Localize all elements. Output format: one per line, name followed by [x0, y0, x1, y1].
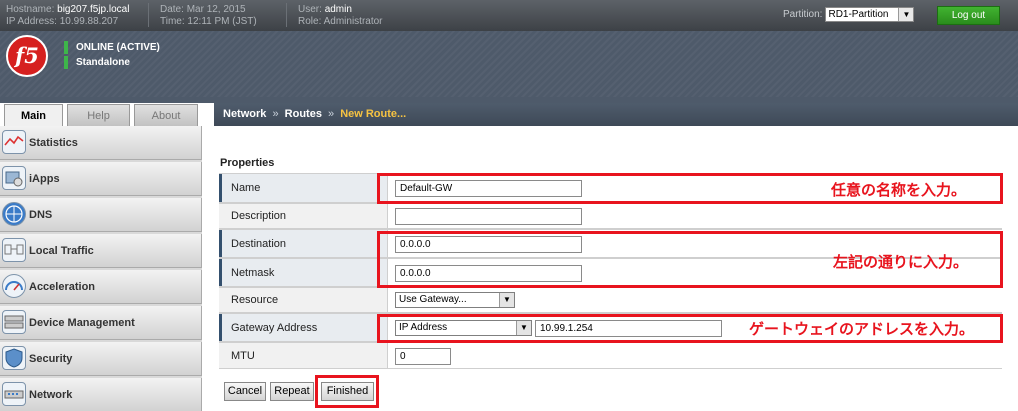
- ip-label: IP Address:: [6, 16, 57, 27]
- tab-help[interactable]: Help: [67, 104, 130, 126]
- annotation-destination: 左記の通りに入力。: [833, 253, 969, 271]
- form-row-description: Description: [219, 203, 1002, 229]
- network-switch-icon: [2, 382, 26, 406]
- sidebar-item-dns[interactable]: DNS: [0, 198, 202, 232]
- hostname-label: Hostname:: [6, 4, 55, 15]
- value-cell: Use Gateway... ▼: [389, 288, 1002, 312]
- sidebar-item-label: Statistics: [29, 137, 78, 149]
- role-label: Role:: [298, 16, 322, 27]
- sidebar-item-iapps[interactable]: iApps: [0, 162, 202, 196]
- user-label: User:: [298, 4, 322, 15]
- partition-select[interactable]: RD1-Partition ▼: [825, 7, 915, 22]
- user-info: User: admin Role: Administrator: [298, 4, 383, 28]
- speedometer-icon: [2, 274, 26, 298]
- divider: [148, 3, 149, 27]
- repeat-button[interactable]: Repeat: [270, 382, 314, 401]
- breadcrumb: Network » Routes » New Route...: [214, 103, 1018, 126]
- form-row-resource: Resource Use Gateway... ▼: [219, 287, 1002, 313]
- statistics-chart-icon: [2, 130, 26, 154]
- form-row-mtu: MTU 0: [219, 342, 1002, 369]
- mtu-label: MTU: [219, 343, 388, 368]
- date-value: Mar 12, 2015: [186, 4, 246, 15]
- tab-main[interactable]: Main: [4, 104, 63, 126]
- sidebar-item-network[interactable]: Network: [0, 378, 202, 411]
- sidebar-item-label: Acceleration: [29, 281, 96, 293]
- hostname-value: big207.f5jp.local: [57, 4, 130, 15]
- partition-label: Partition:: [783, 9, 823, 20]
- mtu-input[interactable]: 0: [395, 348, 451, 365]
- annotation-box-finished: [315, 375, 379, 408]
- chevron-down-icon: ▼: [499, 293, 514, 307]
- f5-logo: f5: [6, 35, 48, 77]
- breadcrumb-separator: »: [272, 108, 279, 120]
- sidebar-item-label: Security: [29, 353, 73, 365]
- resource-select[interactable]: Use Gateway... ▼: [395, 292, 515, 308]
- value-cell: 0: [389, 343, 1002, 368]
- breadcrumb-separator: »: [328, 108, 335, 120]
- section-title: Properties: [220, 157, 275, 169]
- breadcrumb-current: New Route...: [340, 108, 407, 120]
- date-info: Date: Mar 12, 2015 Time: 12:11 PM (JST): [160, 4, 257, 28]
- sidebar-item-security[interactable]: Security: [0, 342, 202, 376]
- logout-button[interactable]: Log out: [937, 6, 1000, 25]
- sidebar-item-label: iApps: [29, 173, 60, 185]
- top-status-bar: Hostname: big207.f5jp.local IP Address: …: [0, 0, 1018, 31]
- ip-value: 10.99.88.207: [59, 16, 119, 27]
- status-standalone: Standalone: [64, 56, 160, 69]
- user-value: admin: [324, 4, 352, 15]
- annotation-name: 任意の名称を入力。: [831, 181, 967, 199]
- sidebar-item-label: Local Traffic: [29, 245, 94, 257]
- resource-value: Use Gateway...: [399, 294, 467, 305]
- host-info: Hostname: big207.f5jp.local IP Address: …: [6, 4, 129, 28]
- description-label: Description: [219, 204, 388, 228]
- time-value: 12:11 PM (JST): [187, 16, 257, 27]
- role-value: Administrator: [323, 16, 383, 27]
- iapps-gear-icon: [2, 166, 26, 190]
- dns-globe-icon: [2, 202, 26, 226]
- sidebar-item-label: Device Management: [29, 317, 135, 329]
- sidebar-item-label: Network: [29, 389, 73, 401]
- partition-selector: Partition: RD1-Partition ▼: [783, 7, 915, 22]
- local-traffic-icon: [2, 238, 26, 262]
- status-online: ONLINE (ACTIVE): [64, 41, 160, 54]
- sidebar: Statistics iApps DNS Local Traffic Accel…: [0, 126, 202, 411]
- breadcrumb-network[interactable]: Network: [223, 108, 266, 120]
- destination-label: Destination: [219, 230, 388, 257]
- gateway-label: Gateway Address: [219, 314, 388, 341]
- sidebar-item-acceleration[interactable]: Acceleration: [0, 270, 202, 304]
- sidebar-item-local-traffic[interactable]: Local Traffic: [0, 234, 202, 268]
- value-cell: [389, 204, 1002, 228]
- cancel-button[interactable]: Cancel: [224, 382, 266, 401]
- shield-icon: [2, 346, 26, 370]
- annotation-gateway: ゲートウェイのアドレスを入力。: [749, 320, 975, 338]
- sidebar-item-device-management[interactable]: Device Management: [0, 306, 202, 340]
- breadcrumb-routes[interactable]: Routes: [285, 108, 322, 120]
- name-label: Name: [219, 174, 388, 202]
- sidebar-item-label: DNS: [29, 209, 53, 221]
- device-server-icon: [2, 310, 26, 334]
- sidebar-item-statistics[interactable]: Statistics: [0, 126, 202, 160]
- date-label: Date:: [160, 4, 184, 15]
- partition-value: RD1-Partition: [828, 9, 889, 20]
- description-input[interactable]: [395, 208, 582, 225]
- chevron-down-icon: ▼: [898, 8, 914, 21]
- time-label: Time:: [160, 16, 185, 27]
- tab-about[interactable]: About: [134, 104, 198, 126]
- device-status: ONLINE (ACTIVE) Standalone: [64, 41, 160, 71]
- resource-label: Resource: [219, 288, 388, 312]
- netmask-label: Netmask: [219, 259, 388, 286]
- divider: [286, 3, 287, 27]
